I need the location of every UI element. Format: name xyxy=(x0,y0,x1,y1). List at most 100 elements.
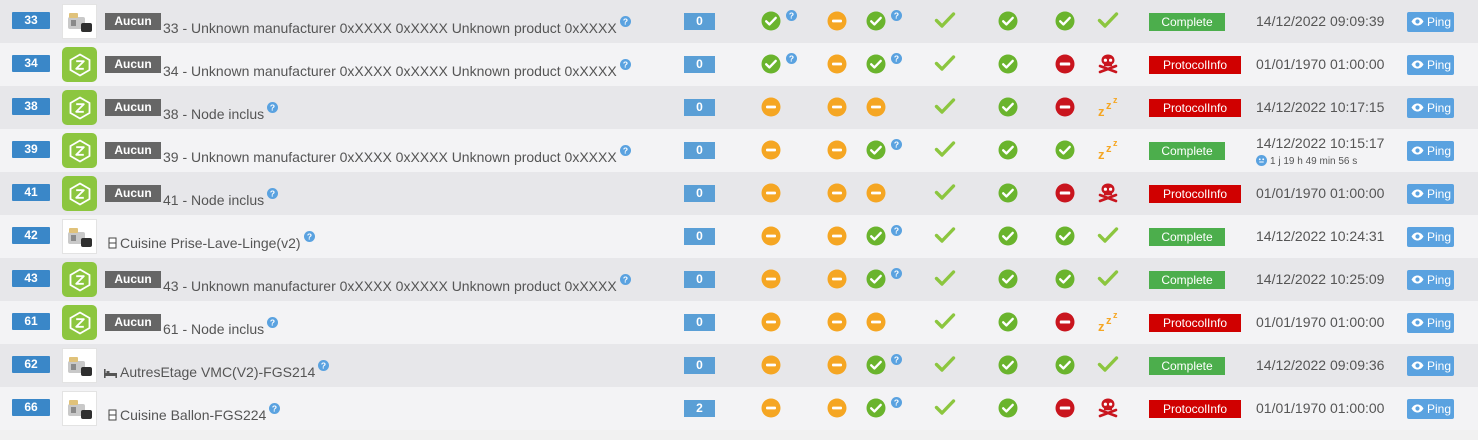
ping-button[interactable]: Ping xyxy=(1407,98,1454,118)
bed-icon xyxy=(104,364,117,382)
node-id-badge[interactable]: 38 xyxy=(12,98,50,115)
ok-circle-icon xyxy=(998,269,1018,289)
node-name-text: 38 - Node inclus xyxy=(163,106,265,122)
minus-circle-icon xyxy=(761,97,781,117)
help-icon[interactable]: ? xyxy=(267,185,279,203)
node-name[interactable]: 61 - Node inclus? xyxy=(163,314,279,338)
object-badge: Aucun xyxy=(105,271,161,288)
ping-button[interactable]: Ping xyxy=(1407,184,1454,204)
check-icon xyxy=(1097,226,1119,246)
table-row: 33 Aucun 33 - Unknown manufacturer 0xXXXX … xyxy=(0,0,1478,43)
ok-circle-icon xyxy=(1055,269,1075,289)
sleep-zzz-icon: zzz xyxy=(1097,95,1118,119)
node-id-badge[interactable]: 66 xyxy=(12,399,50,416)
help-icon[interactable]: ? xyxy=(619,142,631,160)
sleep-zzz-icon: zzz xyxy=(1097,138,1118,162)
count-badge: 2 xyxy=(684,400,715,417)
smiley-icon xyxy=(1256,155,1267,169)
help-icon[interactable]: ? xyxy=(891,396,902,408)
node-id-badge[interactable]: 43 xyxy=(12,270,50,287)
ping-label: Ping xyxy=(1427,15,1452,29)
count-badge: 0 xyxy=(684,228,715,245)
minus-circle-icon xyxy=(866,183,886,203)
help-icon[interactable]: ? xyxy=(891,267,902,279)
svg-text:?: ? xyxy=(894,11,899,21)
ping-button[interactable]: Ping xyxy=(1407,270,1454,290)
check-icon xyxy=(934,398,956,418)
status-badge: ProtocolInfo xyxy=(1149,56,1241,74)
help-icon[interactable]: ? xyxy=(267,314,279,332)
minus-circle-icon xyxy=(827,97,847,117)
ok-circle-icon xyxy=(1055,140,1075,160)
node-id-badge[interactable]: 62 xyxy=(12,356,50,373)
node-name[interactable]: Cuisine Ballon-FGS224? xyxy=(108,400,281,425)
ping-button[interactable]: Ping xyxy=(1407,141,1454,161)
ping-button[interactable]: Ping xyxy=(1407,227,1454,247)
table-row: 61 Aucun 61 - Node inclus? 0 z z z ProtocolInfo… xyxy=(0,301,1478,344)
status-badge: Complete xyxy=(1149,271,1225,289)
help-icon[interactable]: ? xyxy=(891,224,902,236)
node-name[interactable]: 33 - Unknown manufacturer 0xXXXX 0xXXXX … xyxy=(163,13,631,37)
last-seen-date: 01/01/1970 01:00:00 xyxy=(1256,314,1385,330)
cabinet-icon xyxy=(108,235,117,253)
minus-circle-icon xyxy=(761,226,781,246)
nodes-table: 33 Aucun 33 - Unknown manufacturer 0xXXXX … xyxy=(0,0,1478,440)
node-name[interactable]: 34 - Unknown manufacturer 0xXXXX 0xXXXX … xyxy=(163,56,631,80)
skull-icon xyxy=(1097,182,1118,203)
count-badge: 0 xyxy=(684,99,715,116)
node-id-badge[interactable]: 33 xyxy=(12,12,50,29)
help-icon[interactable]: ? xyxy=(269,400,281,418)
node-name[interactable]: 43 - Unknown manufacturer 0xXXXX 0xXXXX … xyxy=(163,271,631,295)
help-icon[interactable]: ? xyxy=(619,13,631,31)
help-icon[interactable]: ? xyxy=(303,228,315,246)
last-seen-date: 14/12/2022 10:15:17 xyxy=(1256,135,1385,151)
object-badge: Aucun xyxy=(105,13,161,30)
help-icon[interactable]: ? xyxy=(891,52,902,64)
node-name-text: 43 - Unknown manufacturer 0xXXXX 0xXXXX … xyxy=(163,278,617,294)
node-name-text: AutresEtage VMC(V2)-FGS214 xyxy=(120,364,316,380)
node-name[interactable]: Cuisine Prise-Lave-Linge(v2)? xyxy=(108,228,315,253)
node-name[interactable]: 38 - Node inclus? xyxy=(163,99,279,123)
status-badge: ProtocolInfo xyxy=(1149,314,1241,332)
eye-icon xyxy=(1411,12,1424,32)
ping-button[interactable]: Ping xyxy=(1407,313,1454,333)
help-icon[interactable]: ? xyxy=(891,138,902,150)
help-icon[interactable]: ? xyxy=(786,52,797,64)
ok-circle-icon xyxy=(998,140,1018,160)
node-id-badge[interactable]: 39 xyxy=(12,141,50,158)
minus-circle-icon xyxy=(827,54,847,74)
node-name-text: 61 - Node inclus xyxy=(163,321,265,337)
object-badge: Aucun xyxy=(105,56,161,73)
minus-circle-icon xyxy=(761,398,781,418)
node-name[interactable]: AutresEtage VMC(V2)-FGS214? xyxy=(104,357,330,382)
count-badge: 0 xyxy=(684,314,715,331)
last-seen-date: 01/01/1970 01:00:00 xyxy=(1256,56,1385,72)
ping-button[interactable]: Ping xyxy=(1407,356,1454,376)
ping-label: Ping xyxy=(1427,101,1452,115)
help-icon[interactable]: ? xyxy=(891,353,902,365)
eye-icon xyxy=(1411,141,1424,161)
help-icon[interactable]: ? xyxy=(318,357,330,375)
node-name[interactable]: 41 - Node inclus? xyxy=(163,185,279,209)
stop-circle-icon xyxy=(1055,97,1075,117)
svg-text:z: z xyxy=(1098,104,1105,118)
count-badge: 0 xyxy=(684,271,715,288)
help-icon[interactable]: ? xyxy=(891,9,902,21)
node-name[interactable]: 39 - Unknown manufacturer 0xXXXX 0xXXXX … xyxy=(163,142,631,166)
ping-button[interactable]: Ping xyxy=(1407,55,1454,75)
node-id-badge[interactable]: 34 xyxy=(12,55,50,72)
node-id-badge[interactable]: 41 xyxy=(12,184,50,201)
help-icon[interactable]: ? xyxy=(619,56,631,74)
help-icon[interactable]: ? xyxy=(267,99,279,117)
check-icon xyxy=(1097,269,1119,289)
help-icon[interactable]: ? xyxy=(619,271,631,289)
ping-button[interactable]: Ping xyxy=(1407,12,1454,32)
svg-text:?: ? xyxy=(894,269,899,279)
node-id-badge[interactable]: 61 xyxy=(12,313,50,330)
node-id-badge[interactable]: 42 xyxy=(12,227,50,244)
svg-text:z: z xyxy=(1113,311,1118,320)
svg-text:z: z xyxy=(1106,100,1112,112)
ping-button[interactable]: Ping xyxy=(1407,399,1454,419)
check-icon xyxy=(934,269,956,289)
help-icon[interactable]: ? xyxy=(786,9,797,21)
